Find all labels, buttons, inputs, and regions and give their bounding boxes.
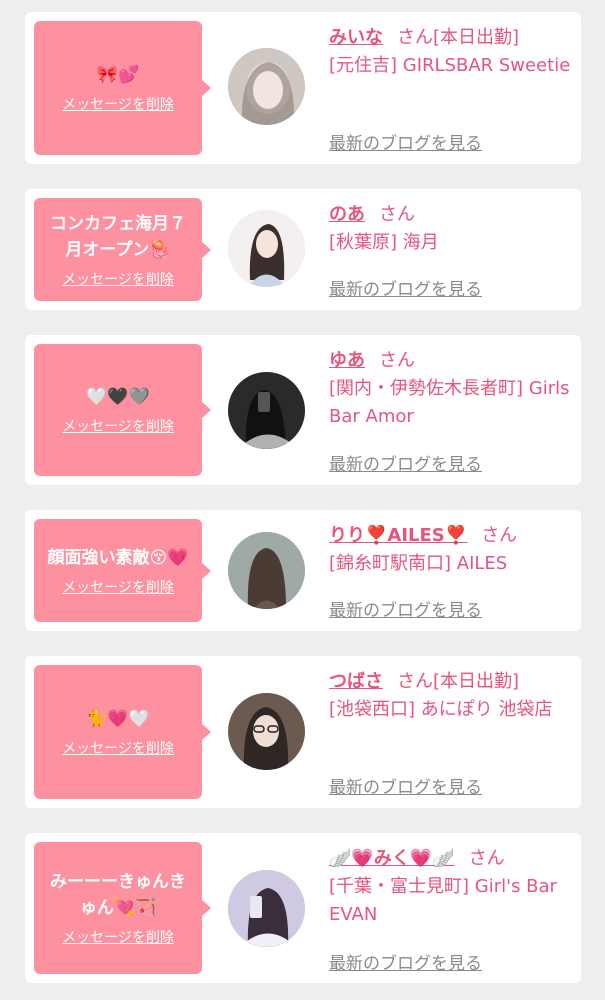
avatar-photo — [228, 532, 305, 609]
cast-name-link[interactable]: のあ — [329, 204, 365, 225]
cast-info: みいな さん[本日出勤] [元住吉] GIRLSBAR Sweetie — [329, 24, 574, 80]
cast-info: つばさ さん[本日出勤] [池袋西口] あにぽり 池袋店 — [329, 668, 574, 724]
message-card: 🎀💕 メッセージを削除 みいな さん[本日出勤] [元住吉] GIRLSBAR S… — [25, 12, 581, 164]
message-bubble: 🐈💗🤍 メッセージを削除 — [34, 665, 211, 799]
blog-link[interactable]: 最新のブログを見る — [329, 129, 482, 154]
message-text: 🐈💗🤍 — [86, 709, 150, 729]
cast-info: のあ さん [秋葉原] 海月 — [329, 201, 574, 257]
blog-link[interactable]: 最新のブログを見る — [329, 596, 482, 621]
cast-name-link[interactable]: 🪽💗みく💗🪽 — [329, 848, 455, 869]
delete-message-link[interactable]: メッセージを削除 — [62, 927, 174, 947]
avatar[interactable] — [228, 693, 305, 770]
message-list: 🎀💕 メッセージを削除 みいな さん[本日出勤] [元住吉] GIRLSBAR S… — [0, 0, 605, 1000]
shop-info: [千葉・富士見町] Girl's Bar EVAN — [329, 876, 557, 925]
san-label: さん — [397, 27, 433, 48]
message-text: 🎀💕 — [96, 65, 140, 85]
cast-info: りり❣️AILES❣️ さん [錦糸町駅南口] AILES — [329, 522, 574, 578]
avatar[interactable] — [228, 210, 305, 287]
avatar[interactable] — [228, 532, 305, 609]
cast-name-link[interactable]: ゆあ — [329, 350, 365, 371]
blog-link[interactable]: 最新のブログを見る — [329, 450, 482, 475]
blog-link[interactable]: 最新のブログを見る — [329, 275, 482, 300]
message-bubble: みーーーきゅんきゅん💘🏹 メッセージを削除 — [34, 842, 211, 974]
blog-link[interactable]: 最新のブログを見る — [329, 773, 482, 798]
message-card: みーーーきゅんきゅん💘🏹 メッセージを削除 🪽💗みく💗🪽 さん [千葉・富士見町]… — [25, 833, 581, 983]
delete-message-link[interactable]: メッセージを削除 — [62, 738, 174, 758]
message-bubble: コンカフェ海月７月オープン🪼 メッセージを削除 — [34, 198, 211, 301]
avatar[interactable] — [228, 48, 305, 125]
san-label: さん — [379, 204, 415, 225]
delete-message-link[interactable]: メッセージを削除 — [62, 269, 174, 289]
message-text: コンカフェ海月７月オープン🪼 — [50, 213, 186, 260]
message-card: 顔面強い素敵😚💗 メッセージを削除 りり❣️AILES❣️ さん [錦糸町駅南口]… — [25, 510, 581, 631]
cast-name-link[interactable]: みいな — [329, 27, 383, 48]
message-card: 🐈💗🤍 メッセージを削除 つばさ さん[本日出勤] [池袋西口] あにぽり 池袋店… — [25, 656, 581, 808]
shop-info: [秋葉原] 海月 — [329, 232, 439, 253]
san-label: さん — [397, 671, 433, 692]
blog-link[interactable]: 最新のブログを見る — [329, 949, 482, 974]
message-bubble: 🎀💕 メッセージを削除 — [34, 21, 211, 155]
delete-message-link[interactable]: メッセージを削除 — [62, 416, 174, 436]
delete-message-link[interactable]: メッセージを削除 — [62, 94, 174, 114]
avatar[interactable] — [228, 372, 305, 449]
shop-info: [関内・伊勢佐木長者町] Girls Bar Amor — [329, 378, 570, 427]
cast-name-link[interactable]: つばさ — [329, 671, 383, 692]
cast-info: 🪽💗みく💗🪽 さん [千葉・富士見町] Girl's Bar EVAN — [329, 845, 574, 929]
message-bubble: 顔面強い素敵😚💗 メッセージを削除 — [34, 519, 211, 622]
san-label: さん — [481, 525, 518, 546]
delete-message-link[interactable]: メッセージを削除 — [62, 577, 174, 597]
message-text: 顔面強い素敵😚💗 — [47, 547, 189, 568]
san-label: さん — [468, 848, 505, 869]
avatar-photo — [228, 48, 305, 125]
avatar-photo — [228, 870, 305, 947]
shop-info: [元住吉] GIRLSBAR Sweetie — [329, 55, 571, 76]
shop-info: [池袋西口] あにぽり 池袋店 — [329, 699, 553, 720]
shop-info: [錦糸町駅南口] AILES — [329, 553, 508, 574]
message-bubble: 🤍🖤🩶 メッセージを削除 — [34, 344, 211, 476]
work-status: [本日出勤] — [433, 671, 520, 692]
avatar-photo — [228, 693, 305, 770]
message-text: 🤍🖤🩶 — [86, 387, 150, 407]
cast-info: ゆあ さん [関内・伊勢佐木長者町] Girls Bar Amor — [329, 347, 574, 431]
avatar[interactable] — [228, 870, 305, 947]
avatar-photo — [228, 210, 305, 287]
avatar-photo — [228, 372, 305, 449]
message-card: 🤍🖤🩶 メッセージを削除 ゆあ さん [関内・伊勢佐木長者町] Girls Bar… — [25, 335, 581, 485]
message-text: みーーーきゅんきゅん💘🏹 — [50, 872, 186, 918]
work-status: [本日出勤] — [433, 27, 520, 48]
message-card: コンカフェ海月７月オープン🪼 メッセージを削除 のあ さん [秋葉原] 海月 最新… — [25, 189, 581, 310]
cast-name-link[interactable]: りり❣️AILES❣️ — [329, 525, 467, 546]
san-label: さん — [379, 350, 415, 371]
